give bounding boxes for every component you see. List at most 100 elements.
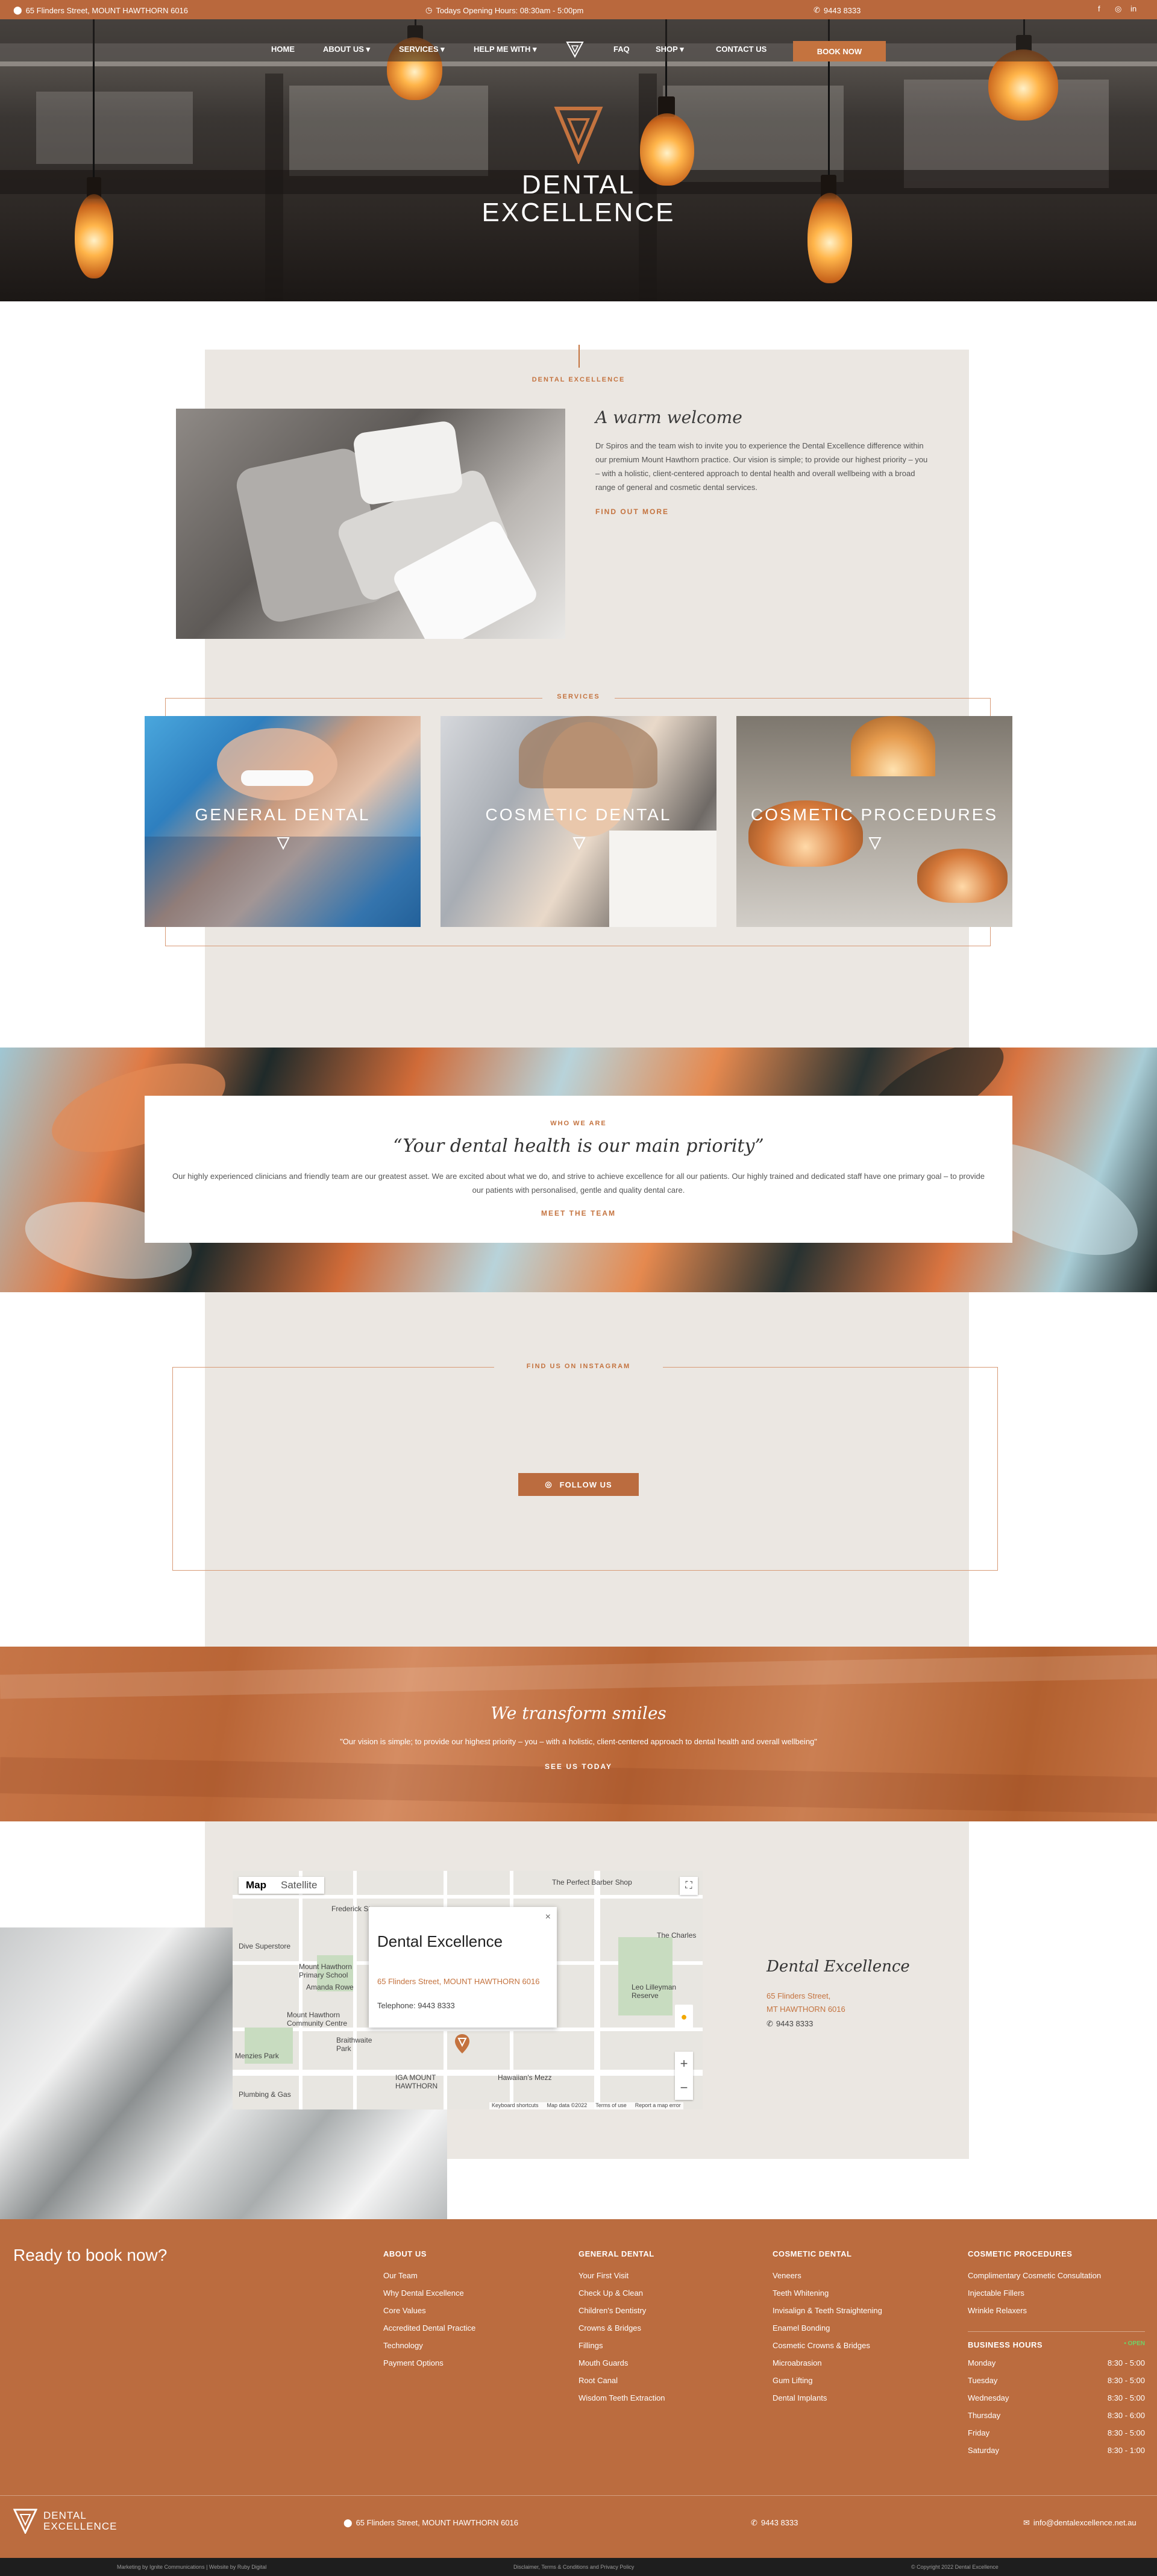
service-card-cosmetic[interactable]: COSMETIC DENTAL [441, 716, 716, 927]
close-icon[interactable]: × [545, 1912, 551, 1923]
footer-col-procedures: COSMETIC PROCEDURES Complimentary Cosmet… [968, 2249, 1145, 2459]
hours-row: Thursday 8:30 - 6:00 [968, 2411, 1145, 2420]
contact-address-2: MT HAWTHORN 6016 [767, 2005, 845, 2014]
footer-link[interactable]: Accredited Dental Practice [383, 2319, 564, 2337]
footer-link[interactable]: Crowns & Bridges [578, 2319, 759, 2337]
footer-link[interactable]: Enamel Bonding [773, 2319, 953, 2337]
footer-link[interactable]: Mouth Guards [578, 2354, 759, 2372]
satellite-tab[interactable]: Satellite [274, 1877, 324, 1894]
footer-link[interactable]: Microabrasion [773, 2354, 953, 2372]
hours-row: Monday 8:30 - 5:00 [968, 2358, 1145, 2367]
map-marker-icon[interactable] [454, 2034, 470, 2054]
logo-mark-icon [572, 837, 586, 850]
nav-shop[interactable]: SHOP ▾ [656, 45, 684, 54]
footer-link[interactable]: Wrinkle Relaxers [968, 2302, 1145, 2319]
footer-link[interactable]: Dental Implants [773, 2389, 953, 2407]
instagram-icon: ◎ [545, 1480, 553, 1489]
fullscreen-icon[interactable]: ⛶ [680, 1877, 698, 1895]
phone-icon: ✆ [767, 2019, 773, 2028]
footer-link[interactable]: Gum Lifting [773, 2372, 953, 2389]
instagram-icon[interactable]: ◎ [1115, 4, 1121, 14]
credits-left[interactable]: Marketing by Ignite Communications | Web… [117, 2564, 266, 2570]
map-footer: Keyboard shortcuts Map data ©2022 Terms … [489, 2102, 683, 2109]
book-now-button[interactable]: BOOK NOW [793, 41, 886, 61]
clock-icon: ◷ [425, 5, 433, 14]
service-card-procedures[interactable]: COSMETIC PROCEDURES [736, 716, 1012, 927]
zoom-controls: + − [675, 2052, 693, 2100]
footer-link[interactable]: Injectable Fillers [968, 2284, 1145, 2302]
dental-chair-photo [176, 409, 565, 639]
transform-body: "Our vision is simple; to provide our hi… [340, 1737, 817, 1746]
logo-mark-icon [868, 837, 882, 850]
footer-link[interactable]: Check Up & Clean [578, 2284, 759, 2302]
zoom-out-icon[interactable]: − [675, 2076, 693, 2100]
who-eyebrow: WHO WE ARE [550, 1120, 607, 1127]
footer-link[interactable]: Children's Dentistry [578, 2302, 759, 2319]
linkedin-icon[interactable]: in [1130, 4, 1137, 13]
see-us-today-link[interactable]: SEE US TODAY [0, 1762, 1157, 1771]
hours-row: Saturday 8:30 - 1:00 [968, 2446, 1145, 2455]
map-tab[interactable]: Map [239, 1877, 274, 1894]
footer-link[interactable]: Our Team [383, 2267, 564, 2284]
credits-mid[interactable]: Disclaimer, Terms & Conditions and Priva… [513, 2564, 634, 2570]
footer-link[interactable]: Technology [383, 2337, 564, 2354]
footer-link[interactable]: Core Values [383, 2302, 564, 2319]
pegman-icon[interactable]: ● [675, 2005, 693, 2029]
footer-col-cosmetic: COSMETIC DENTAL Veneers Teeth Whitening … [773, 2249, 953, 2407]
footer-link[interactable]: Fillings [578, 2337, 759, 2354]
footer-col-general: GENERAL DENTAL Your First Visit Check Up… [578, 2249, 759, 2407]
footer-link[interactable]: Root Canal [578, 2372, 759, 2389]
topbar-hours: ◷ Todays Opening Hours: 08:30am - 5:00pm [425, 5, 584, 15]
footer-link[interactable]: Why Dental Excellence [383, 2284, 564, 2302]
footer-email[interactable]: ✉ info@dentalexcellence.net.au [1023, 2518, 1137, 2528]
welcome-eyebrow: DENTAL EXCELLENCE [531, 376, 626, 383]
footer-divider [0, 2495, 1157, 2496]
topbar-address[interactable]: ⬤ 65 Flinders Street, MOUNT HAWTHORN 601… [13, 5, 188, 15]
footer-link[interactable]: Veneers [773, 2267, 953, 2284]
map-type-control: Map Satellite [239, 1877, 325, 1894]
footer-link[interactable]: Wisdom Teeth Extraction [578, 2389, 759, 2407]
service-label: COSMETIC PROCEDURES [750, 805, 999, 824]
hours-row: Wednesday 8:30 - 5:00 [968, 2393, 1145, 2402]
contact-address-1: 65 Flinders Street, [767, 1991, 831, 2000]
footer-phone[interactable]: ✆ 9443 8333 [751, 2518, 798, 2528]
footer-address[interactable]: ⬤ 65 Flinders Street, MOUNT HAWTHORN 601… [343, 2518, 518, 2528]
footer-link[interactable]: Cosmetic Crowns & Bridges [773, 2337, 953, 2354]
hours-row: Friday 8:30 - 5:00 [968, 2428, 1145, 2437]
map-popup-phone: Telephone: 9443 8333 [377, 2001, 455, 2010]
service-card-general[interactable]: GENERAL DENTAL [145, 716, 421, 927]
footer-col-about: ABOUT US Our Team Why Dental Excellence … [383, 2249, 564, 2372]
footer-link[interactable]: Payment Options [383, 2354, 564, 2372]
hours-row: Tuesday 8:30 - 5:00 [968, 2376, 1145, 2385]
logo-mark-icon [277, 837, 290, 850]
chevron-down-icon: ▾ [441, 45, 445, 54]
topbar-phone[interactable]: ✆ 9443 8333 [814, 5, 861, 15]
nav-help[interactable]: HELP ME WITH ▾ [474, 45, 537, 54]
nav-faq[interactable]: FAQ [613, 45, 630, 54]
contact-phone[interactable]: ✆ 9443 8333 [767, 2019, 813, 2029]
nav-contact[interactable]: CONTACT US [716, 45, 767, 54]
welcome-title: A warm welcome [595, 407, 742, 427]
credits-right: © Copyright 2022 Dental Excellence [911, 2564, 999, 2570]
nav-home[interactable]: HOME [271, 45, 295, 54]
footer-link[interactable]: Invisalign & Teeth Straightening [773, 2302, 953, 2319]
nav-about[interactable]: ABOUT US ▾ [323, 45, 370, 54]
google-map[interactable]: Map Satellite ⛶ Frederick St The Perfect… [233, 1871, 703, 2109]
section-divider [578, 345, 580, 368]
footer-link[interactable]: Complimentary Cosmetic Consultation [968, 2267, 1145, 2284]
who-body: Our highly experienced clinicians and fr… [172, 1172, 985, 1195]
brand-logo-icon [554, 107, 603, 164]
business-hours-list: Monday 8:30 - 5:00 Tuesday 8:30 - 5:00 Wed… [968, 2354, 1145, 2459]
find-out-more-link[interactable]: FIND OUT MORE [595, 507, 669, 516]
meet-the-team-link[interactable]: MEET THE TEAM [145, 1209, 1012, 1217]
zoom-in-icon[interactable]: + [675, 2052, 693, 2076]
nav-services[interactable]: SERVICES ▾ [399, 45, 445, 54]
footer-link[interactable]: Your First Visit [578, 2267, 759, 2284]
footer-logo[interactable]: DENTAL EXCELLENCE [13, 2508, 117, 2534]
facebook-icon[interactable]: f [1098, 4, 1100, 13]
logo-mark-icon[interactable] [565, 41, 585, 58]
site-footer: Ready to book now? ABOUT US Our Team Why… [0, 2219, 1157, 2576]
map-popup-address: 65 Flinders Street, MOUNT HAWTHORN 6016 [377, 1977, 540, 1986]
follow-us-button[interactable]: ◎ FOLLOW US [518, 1473, 639, 1496]
footer-link[interactable]: Teeth Whitening [773, 2284, 953, 2302]
